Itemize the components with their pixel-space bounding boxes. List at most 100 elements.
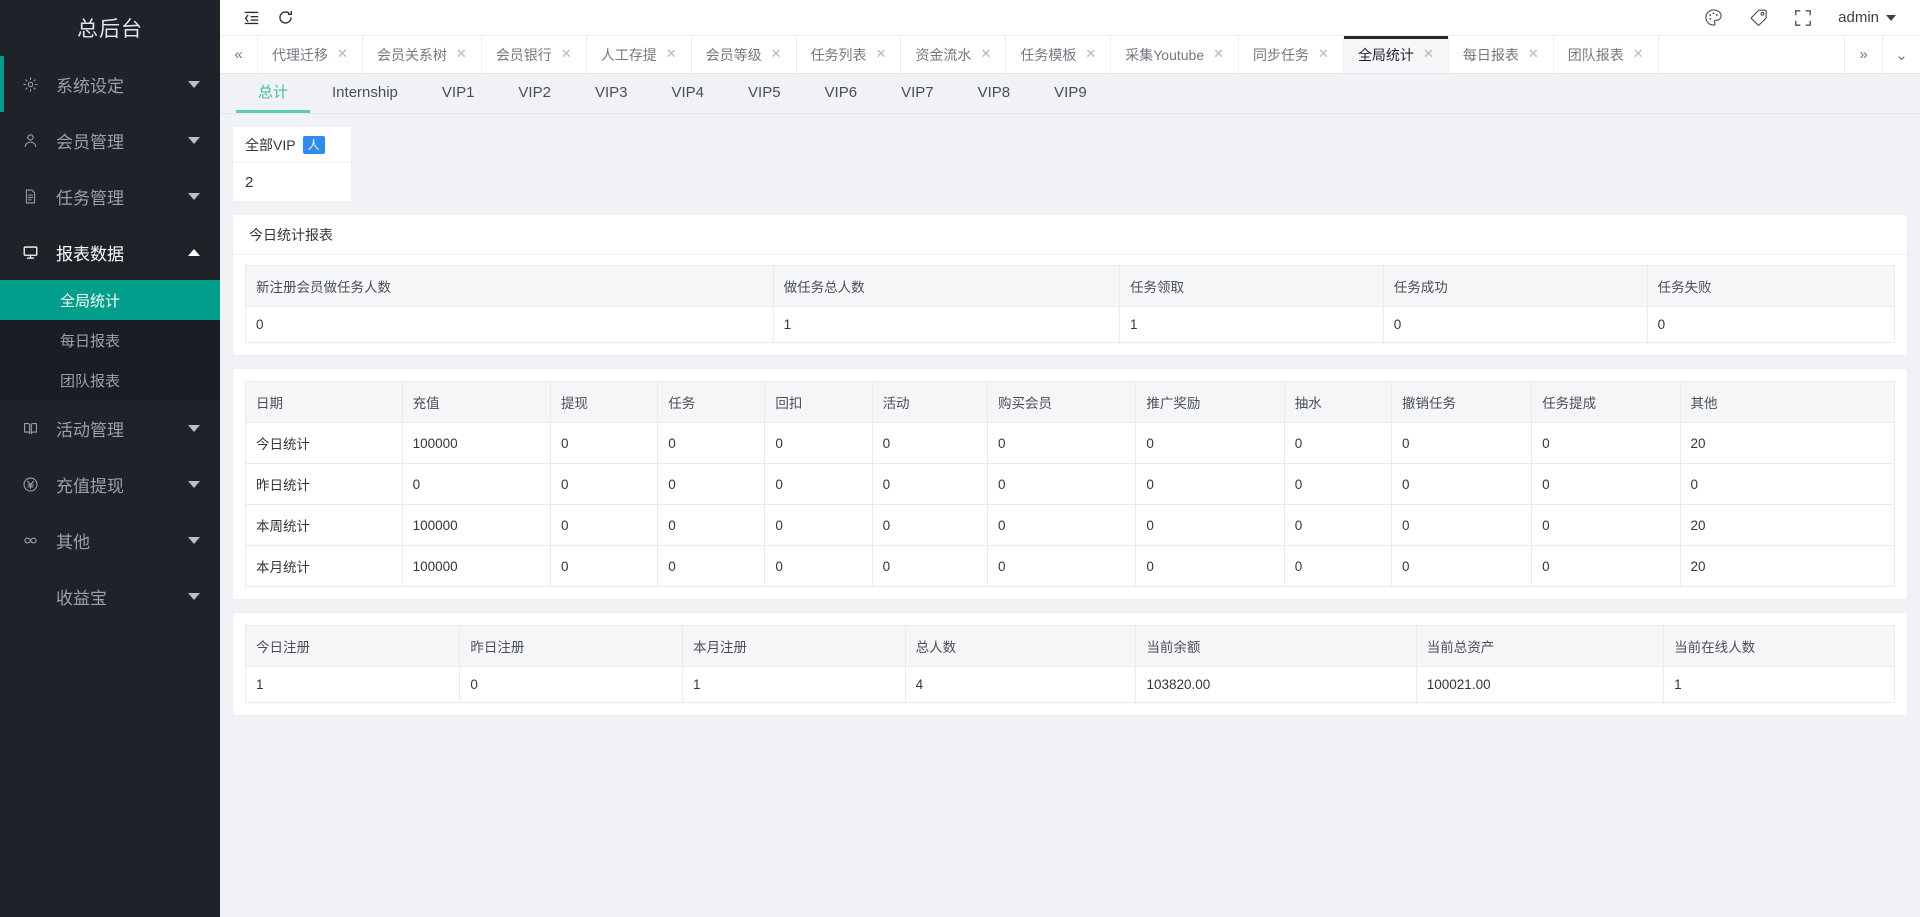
sidebar-group-7: 收益宝 <box>0 568 220 624</box>
tab-代理迁移[interactable]: 代理迁移✕ <box>258 36 363 73</box>
vip-stat-card-header: 全部VIP 人 <box>233 127 351 163</box>
column-header: 提现 <box>551 382 658 423</box>
vip-tab-VIP9[interactable]: VIP9 <box>1032 74 1109 113</box>
vip-tab-VIP8[interactable]: VIP8 <box>956 74 1033 113</box>
vip-tab-VIP7[interactable]: VIP7 <box>879 74 956 113</box>
table-header-row: 新注册会员做任务人数做任务总人数任务领取任务成功任务失败 <box>246 266 1895 307</box>
close-icon[interactable]: ✕ <box>1423 47 1434 60</box>
vip-tab-bar: 总计InternshipVIP1VIP2VIP3VIP4VIP5VIP6VIP7… <box>220 74 1920 114</box>
vip-tab-VIP2[interactable]: VIP2 <box>496 74 573 113</box>
tab-label: 全局统计 <box>1358 45 1414 65</box>
period-report-body: 日期充值提现任务回扣活动购买会员推广奖励抽水撤销任务任务提成其他 今日统计100… <box>233 369 1907 599</box>
close-icon[interactable]: ✕ <box>1633 47 1644 60</box>
column-header: 任务领取 <box>1119 266 1383 307</box>
close-icon[interactable]: ✕ <box>980 47 991 60</box>
tabs-scroll-right-button[interactable]: » <box>1844 36 1882 73</box>
table-cell: 0 <box>1284 464 1391 505</box>
today-report-table: 新注册会员做任务人数做任务总人数任务领取任务成功任务失败 01100 <box>245 265 1895 343</box>
tabs-scroll-left-button[interactable]: « <box>220 36 258 73</box>
tab-资金流水[interactable]: 资金流水 ✕ <box>901 36 1006 73</box>
close-icon[interactable]: ✕ <box>456 47 467 60</box>
column-header: 任务 <box>658 382 765 423</box>
menu-collapse-icon[interactable] <box>234 3 268 33</box>
close-icon[interactable]: ✕ <box>1213 47 1224 60</box>
tab-任务模板[interactable]: 任务模板✕ <box>1006 36 1111 73</box>
tab-同步任务[interactable]: 同步任务✕ <box>1239 36 1344 73</box>
tab-label: 任务列表 <box>811 45 867 65</box>
tab-人工存提[interactable]: 人工存提 ✕ <box>587 36 692 73</box>
table-cell: 20 <box>1680 505 1894 546</box>
table-cell: 0 <box>1680 464 1894 505</box>
vip-tab-VIP5[interactable]: VIP5 <box>726 74 803 113</box>
table-row: 1014103820.00100021.001 <box>246 667 1895 703</box>
table-cell: 1 <box>246 667 460 703</box>
close-icon[interactable]: ✕ <box>1318 47 1329 60</box>
sidebar-subitem-每日报表[interactable]: 每日报表 <box>0 320 220 360</box>
sidebar-item-充值提现[interactable]: 充值提现 <box>0 456 220 512</box>
column-header: 任务失败 <box>1647 266 1894 307</box>
sidebar-item-系统设定[interactable]: 系统设定 <box>0 56 220 112</box>
close-icon[interactable]: ✕ <box>561 47 572 60</box>
vip-stat-card-value: 2 <box>233 163 351 201</box>
sidebar-item-其他[interactable]: 其他 <box>0 512 220 568</box>
tab-label: 团队报表 <box>1568 45 1624 65</box>
column-header: 任务提成 <box>1532 382 1680 423</box>
vip-tab-总计[interactable]: 总计 <box>236 74 310 113</box>
vip-tab-VIP4[interactable]: VIP4 <box>649 74 726 113</box>
tab-strip: « 代理迁移✕会员关系树✕会员银行✕人工存提✕会员等级✕任务列表✕资金流水✕任务… <box>220 36 1920 74</box>
table-cell: 0 <box>872 423 987 464</box>
book-icon <box>22 420 48 437</box>
sidebar-item-任务管理[interactable]: 任务管理 <box>0 168 220 224</box>
close-icon[interactable]: ✕ <box>1528 47 1539 60</box>
tab-每日报表[interactable]: 每日报表 ✕ <box>1449 36 1554 73</box>
fullscreen-icon[interactable] <box>1794 9 1812 27</box>
tabs-dropdown-button[interactable]: ⌄ <box>1882 36 1920 73</box>
table-cell: 0 <box>765 464 872 505</box>
close-icon[interactable]: ✕ <box>1085 47 1096 60</box>
sidebar-group-4: 活动管理 <box>0 400 220 456</box>
close-icon[interactable]: ✕ <box>337 47 348 60</box>
sidebar-item-label: 报表数据 <box>56 240 180 265</box>
vip-tab-VIP3[interactable]: VIP3 <box>573 74 650 113</box>
close-icon[interactable]: ✕ <box>771 47 782 60</box>
admin-menu[interactable]: admin <box>1838 9 1896 26</box>
refresh-icon[interactable] <box>268 3 302 33</box>
gear-icon <box>22 76 48 93</box>
sidebar-subitem-团队报表[interactable]: 团队报表 <box>0 360 220 400</box>
tab-会员关系树[interactable]: 会员关系树✕ <box>363 36 482 73</box>
sidebar-item-活动管理[interactable]: 活动管理 <box>0 400 220 456</box>
column-header: 抽水 <box>1284 382 1391 423</box>
main-column: admin « 代理迁移✕会员关系树✕会员银行✕人工存提✕会员等级✕任务列表✕资… <box>220 0 1920 917</box>
table-cell: 1 <box>1119 307 1383 343</box>
close-icon[interactable]: ✕ <box>876 47 887 60</box>
sidebar-item-收益宝[interactable]: 收益宝 <box>0 568 220 624</box>
sidebar-subitem-全局统计[interactable]: 全局统计 <box>0 280 220 320</box>
vip-tab-VIP6[interactable]: VIP6 <box>803 74 880 113</box>
tab-label: 人工存提 <box>601 45 657 65</box>
tab-label: 每日报表 <box>1463 45 1519 65</box>
tab-任务列表[interactable]: 任务列表 ✕ <box>797 36 902 73</box>
tab-采集Youtube[interactable]: 采集Youtube✕ <box>1111 36 1239 73</box>
close-icon[interactable]: ✕ <box>666 47 677 60</box>
tab-会员等级[interactable]: 会员等级✕ <box>692 36 797 73</box>
tab-全局统计[interactable]: 全局统计 ✕ <box>1344 36 1449 73</box>
tab-会员银行[interactable]: 会员银行✕ <box>482 36 587 73</box>
vip-tab-Internship[interactable]: Internship <box>310 74 420 113</box>
vip-tab-VIP1[interactable]: VIP1 <box>420 74 497 113</box>
table-cell: 0 <box>987 505 1135 546</box>
table-cell: 0 <box>1383 307 1647 343</box>
tab-团队报表[interactable]: 团队报表 ✕ <box>1554 36 1659 73</box>
table-row: 昨日统计00000000000 <box>246 464 1895 505</box>
palette-icon[interactable] <box>1704 8 1723 27</box>
sidebar-item-会员管理[interactable]: 会员管理 <box>0 112 220 168</box>
table-cell: 昨日统计 <box>246 464 403 505</box>
sidebar-item-label: 充值提现 <box>56 472 180 497</box>
table-cell: 今日统计 <box>246 423 403 464</box>
table-cell: 0 <box>551 464 658 505</box>
tag-icon[interactable] <box>1749 8 1768 27</box>
sidebar-item-报表数据[interactable]: 报表数据 <box>0 224 220 280</box>
tab-label: 资金流水 <box>915 45 971 65</box>
table-cell: 0 <box>1391 423 1531 464</box>
table-cell: 0 <box>1284 546 1391 587</box>
table-cell: 0 <box>1136 546 1284 587</box>
